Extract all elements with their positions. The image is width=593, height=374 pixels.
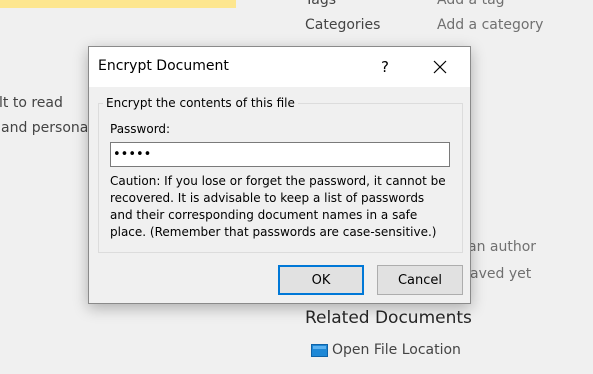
cancel-button[interactable]: Cancel xyxy=(377,265,463,295)
close-icon xyxy=(433,60,447,74)
info-text-line-2: and personal xyxy=(1,120,93,136)
help-icon: ? xyxy=(381,58,389,76)
dialog-titlebar[interactable]: Encrypt Document ? xyxy=(89,47,470,87)
related-documents-heading: Related Documents xyxy=(305,308,472,328)
close-button[interactable] xyxy=(420,53,460,81)
password-field[interactable] xyxy=(110,142,450,167)
dialog-title: Encrypt Document xyxy=(98,58,229,74)
info-highlight-strip xyxy=(0,0,236,8)
add-category-link[interactable]: Add a category xyxy=(437,17,543,33)
tags-label: Tags xyxy=(305,0,336,8)
add-author-link[interactable]: an author xyxy=(468,239,536,255)
open-file-location-link[interactable]: Open File Location xyxy=(311,342,461,358)
last-saved-value: aved yet xyxy=(470,266,532,282)
groupbox-label: Encrypt the contents of this file xyxy=(103,96,298,110)
info-text-line-1: lt to read xyxy=(0,95,63,111)
help-button[interactable]: ? xyxy=(365,53,405,81)
encrypt-document-dialog: Encrypt Document ? Encrypt the contents … xyxy=(88,46,471,304)
folder-icon xyxy=(311,343,328,357)
password-label: Password: xyxy=(110,122,171,136)
add-tag-link[interactable]: Add a tag xyxy=(437,0,505,8)
caution-text: Caution: If you lose or forget the passw… xyxy=(110,174,446,239)
categories-label: Categories xyxy=(305,17,381,33)
open-file-location-label: Open File Location xyxy=(332,342,461,358)
ok-button[interactable]: OK xyxy=(278,265,364,295)
